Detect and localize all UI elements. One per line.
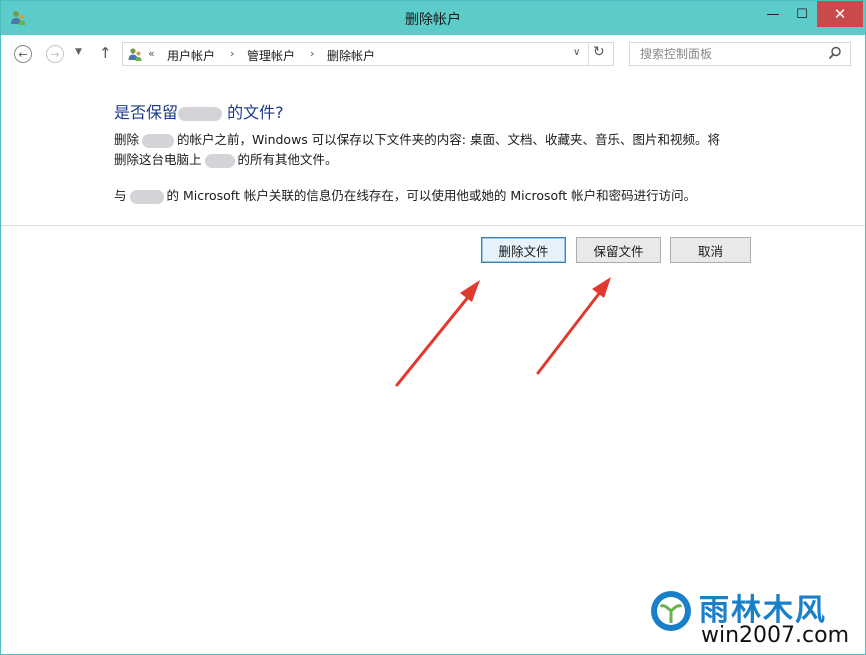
annotation-arrows (395, 277, 611, 387)
arrow-to-keep-button (536, 277, 611, 375)
watermark: 雨林木风 win2007.com (649, 585, 859, 648)
window: 删除帐户 — ☐ ✕ ← → ▼ ↑ « 用户帐户 › 管理帐户 › 删除帐户 … (0, 0, 866, 655)
arrow-to-delete-button (395, 280, 480, 387)
watermark-url: win2007.com (701, 623, 850, 648)
brand-logo-icon (651, 591, 691, 631)
